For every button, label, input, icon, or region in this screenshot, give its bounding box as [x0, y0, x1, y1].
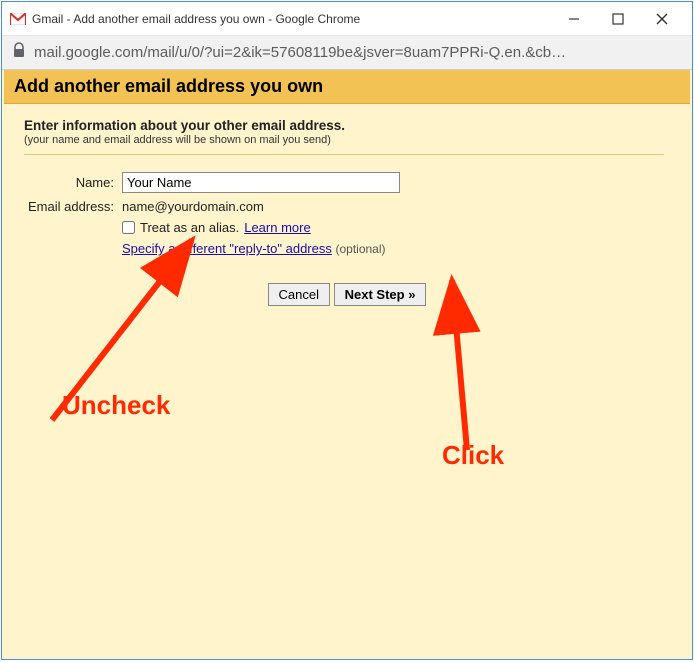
optional-text: (optional)	[335, 242, 385, 256]
reply-to-link[interactable]: Specify a different "reply-to" address	[122, 241, 332, 256]
divider	[24, 154, 664, 155]
email-value: name@yourdomain.com	[122, 199, 264, 214]
url-text: mail.google.com/mail/u/0/?ui=2&ik=576081…	[34, 44, 566, 61]
cancel-button[interactable]: Cancel	[268, 283, 330, 306]
click-annotation: Click	[442, 440, 504, 471]
alias-checkbox[interactable]	[122, 221, 135, 234]
uncheck-annotation: Uncheck	[62, 390, 170, 421]
page-heading: Add another email address you own	[4, 70, 690, 104]
note: (your name and email address will be sho…	[24, 134, 670, 146]
lock-icon	[12, 42, 26, 63]
gmail-icon	[10, 11, 26, 27]
subtitle: Enter information about your other email…	[24, 118, 670, 133]
address-bar[interactable]: mail.google.com/mail/u/0/?ui=2&ik=576081…	[2, 36, 692, 70]
chrome-window: Gmail - Add another email address you ow…	[1, 1, 693, 660]
learn-more-link[interactable]: Learn more	[244, 220, 310, 235]
minimize-button[interactable]	[552, 4, 596, 34]
page-content: Add another email address you own Enter …	[2, 70, 692, 659]
window-title: Gmail - Add another email address you ow…	[32, 12, 552, 26]
email-label: Email address:	[24, 196, 118, 217]
name-input[interactable]	[122, 172, 400, 193]
name-label: Name:	[24, 169, 118, 196]
alias-label: Treat as an alias.	[140, 220, 239, 235]
window-titlebar: Gmail - Add another email address you ow…	[2, 2, 692, 36]
maximize-button[interactable]	[596, 4, 640, 34]
close-button[interactable]	[640, 4, 684, 34]
form-table: Name: Email address: name@yourdomain.com…	[24, 169, 404, 259]
next-step-button[interactable]: Next Step »	[334, 283, 427, 306]
